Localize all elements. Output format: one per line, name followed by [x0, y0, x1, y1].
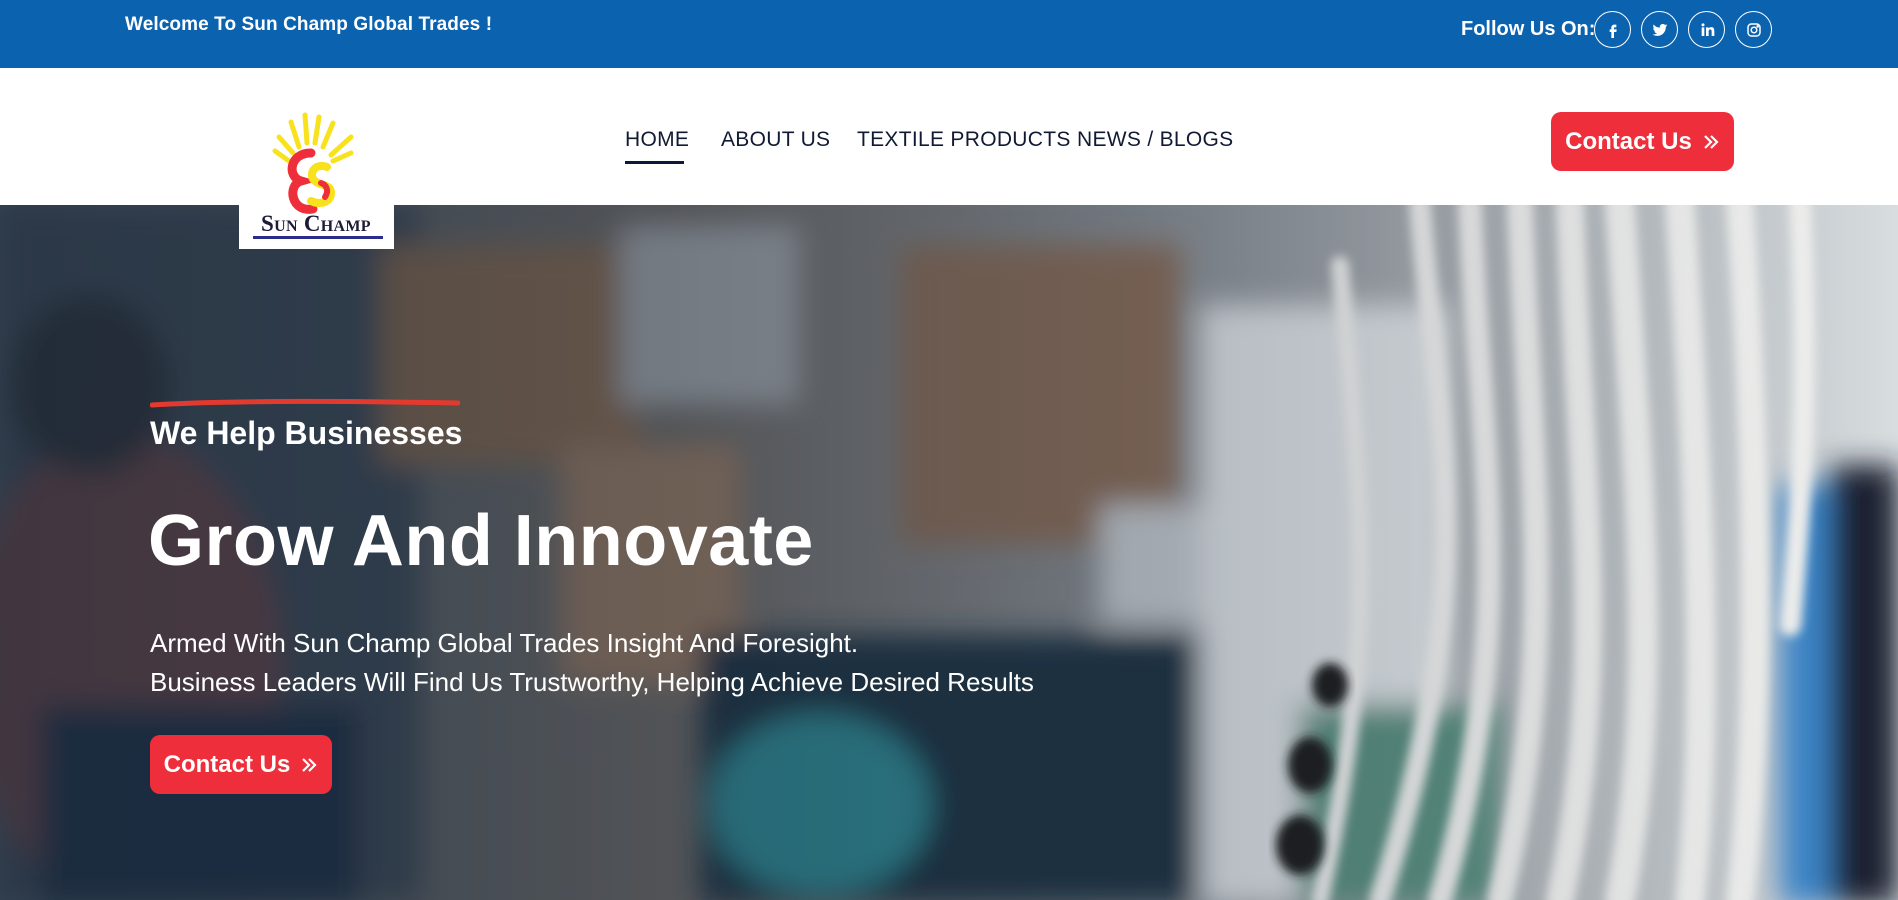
- twitter-icon[interactable]: [1641, 11, 1678, 48]
- top-bar: Welcome To Sun Champ Global Trades ! Fol…: [0, 0, 1898, 68]
- double-chevron-right-icon: [302, 757, 317, 772]
- nav-news-blogs[interactable]: NEWS / BLOGS: [1077, 128, 1233, 152]
- hero-subtitle: We Help Businesses: [150, 415, 463, 451]
- follow-us-label: Follow Us On:: [1461, 18, 1596, 40]
- logo-wordmark: Sun Champ: [261, 211, 371, 236]
- hero-description-line-2: Business Leaders Will Find Us Trustworth…: [150, 667, 1034, 697]
- linkedin-icon[interactable]: [1688, 11, 1725, 48]
- nav-about-us[interactable]: ABOUT US: [721, 128, 830, 152]
- active-nav-indicator: [625, 161, 684, 164]
- site-logo[interactable]: Sun Champ: [239, 105, 394, 249]
- nav-home[interactable]: HOME: [625, 128, 689, 152]
- logo-underline: [253, 236, 383, 239]
- header-contact-button[interactable]: Contact Us: [1551, 112, 1734, 171]
- hero-contact-button[interactable]: Contact Us: [150, 735, 332, 794]
- hero-contact-label: Contact Us: [163, 750, 291, 778]
- welcome-message: Welcome To Sun Champ Global Trades !: [125, 14, 493, 35]
- decorative-brush-stroke: [150, 398, 460, 408]
- facebook-icon[interactable]: [1594, 11, 1631, 48]
- nav-textile-products[interactable]: TEXTILE PRODUCTS: [857, 128, 1071, 152]
- instagram-icon[interactable]: [1735, 11, 1772, 48]
- header-contact-label: Contact Us: [1565, 127, 1692, 155]
- double-chevron-right-icon: [1704, 134, 1719, 149]
- hero-description-line-1: Armed With Sun Champ Global Trades Insig…: [150, 628, 859, 658]
- hero-headline: Grow And Innovate: [148, 501, 814, 581]
